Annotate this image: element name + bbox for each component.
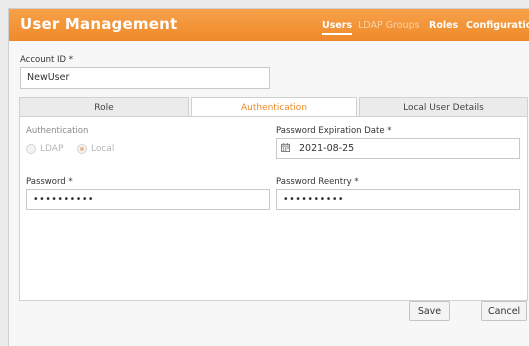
nav-roles[interactable]: Roles bbox=[429, 20, 458, 31]
ldap-radio-label: LDAP bbox=[40, 144, 64, 154]
password-input[interactable]: •••••••••• bbox=[26, 189, 270, 210]
password-expiration-input[interactable]: 2021-08-25 bbox=[276, 138, 520, 159]
tab-local-user-details[interactable]: Local User Details bbox=[359, 97, 528, 117]
nav-users[interactable]: Users bbox=[322, 20, 353, 35]
save-button[interactable]: Save bbox=[409, 301, 450, 321]
local-radio[interactable] bbox=[77, 144, 87, 154]
tab-bar: Role Authentication Local User Details bbox=[19, 97, 528, 117]
header-bar: User Management Users LDAP Groups Roles … bbox=[9, 9, 529, 41]
user-management-panel: User Management Users LDAP Groups Roles … bbox=[8, 8, 529, 346]
authentication-tab-content: Authentication LDAP Local Password Expir… bbox=[19, 116, 528, 301]
tab-role[interactable]: Role bbox=[19, 97, 189, 117]
tab-authentication[interactable]: Authentication bbox=[191, 97, 357, 117]
nav-ldap-groups[interactable]: LDAP Groups bbox=[358, 20, 420, 31]
password-reentry-input[interactable]: •••••••••• bbox=[276, 189, 520, 210]
local-radio-label: Local bbox=[91, 144, 115, 154]
ldap-radio[interactable] bbox=[26, 144, 36, 154]
calendar-icon bbox=[281, 143, 290, 152]
password-reentry-label: Password Reentry * bbox=[276, 177, 359, 187]
page-title: User Management bbox=[20, 15, 178, 33]
account-id-input[interactable]: NewUser bbox=[20, 67, 270, 89]
password-expiration-label: Password Expiration Date * bbox=[276, 126, 392, 136]
password-label: Password * bbox=[26, 177, 73, 187]
cancel-button[interactable]: Cancel bbox=[481, 301, 527, 321]
password-expiration-value: 2021-08-25 bbox=[299, 143, 355, 154]
nav-configuration[interactable]: Configuration bbox=[466, 20, 529, 31]
authentication-label: Authentication bbox=[26, 126, 89, 136]
account-id-label: Account ID * bbox=[20, 55, 74, 65]
